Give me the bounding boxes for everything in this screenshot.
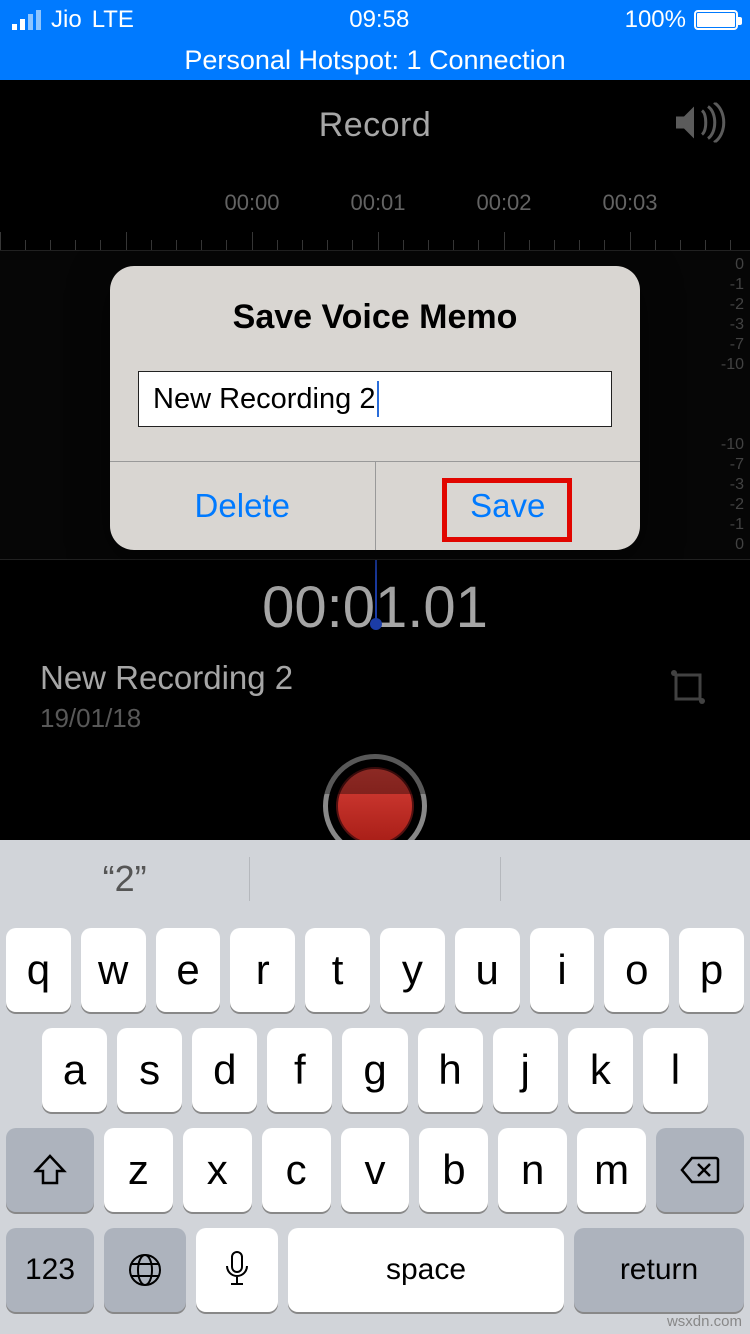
key-p[interactable]: p [679, 928, 744, 1012]
recording-date: 19/01/18 [40, 703, 293, 734]
key-r[interactable]: r [230, 928, 295, 1012]
key-g[interactable]: g [342, 1028, 407, 1112]
key-d[interactable]: d [192, 1028, 257, 1112]
ruler-tick-label: 00:00 [224, 190, 279, 216]
key-w[interactable]: w [81, 928, 146, 1012]
suggestion-empty[interactable] [501, 857, 750, 901]
dialog-title: Save Voice Memo [110, 266, 640, 361]
return-key[interactable]: return [574, 1228, 744, 1312]
suggestion-bar: “2” [0, 840, 750, 918]
key-k[interactable]: k [568, 1028, 633, 1112]
space-key[interactable]: space [288, 1228, 564, 1312]
battery-icon [694, 10, 738, 30]
carrier-label: Jio [51, 6, 82, 34]
suggestion-empty[interactable] [250, 857, 500, 901]
backspace-key[interactable] [656, 1128, 744, 1212]
key-a[interactable]: a [42, 1028, 107, 1112]
db-scale-top: 0-1-2-3-7-10 [721, 255, 744, 375]
key-s[interactable]: s [117, 1028, 182, 1112]
delete-button[interactable]: Delete [110, 462, 375, 550]
battery-pct: 100% [625, 6, 686, 34]
suggestion[interactable]: “2” [0, 857, 250, 901]
key-t[interactable]: t [305, 928, 370, 1012]
ruler-tick-label: 00:02 [476, 190, 531, 216]
ruler-tick-label: 00:01 [350, 190, 405, 216]
hotspot-banner[interactable]: Personal Hotspot: 1 Connection [0, 40, 750, 80]
key-c[interactable]: c [262, 1128, 331, 1212]
key-h[interactable]: h [418, 1028, 483, 1112]
dictation-key[interactable] [196, 1228, 278, 1312]
hotspot-label: Personal Hotspot: 1 Connection [184, 45, 565, 76]
key-row-4: 123 space return [6, 1228, 744, 1312]
key-row-1: q w e r t y u i o p [6, 928, 744, 1012]
speaker-icon[interactable] [674, 103, 726, 148]
nav-bar: Record [0, 80, 750, 170]
key-l[interactable]: l [643, 1028, 708, 1112]
key-y[interactable]: y [380, 928, 445, 1012]
clock: 09:58 [349, 6, 409, 34]
watermark: wsxdn.com [667, 1313, 742, 1330]
key-v[interactable]: v [341, 1128, 410, 1212]
keyboard: “2” q w e r t y u i o p a s d f g h j k … [0, 840, 750, 1334]
shift-key[interactable] [6, 1128, 94, 1212]
trim-icon[interactable] [666, 665, 710, 709]
key-row-2: a s d f g h j k l [6, 1028, 744, 1112]
signal-icon [12, 10, 41, 30]
key-j[interactable]: j [493, 1028, 558, 1112]
memo-name-value: New Recording 2 [153, 383, 375, 416]
key-z[interactable]: z [104, 1128, 173, 1212]
key-n[interactable]: n [498, 1128, 567, 1212]
key-u[interactable]: u [455, 928, 520, 1012]
key-row-3: z x c v b n m [6, 1128, 744, 1212]
key-i[interactable]: i [530, 928, 595, 1012]
db-scale-bottom: 0-1-2-3-7-10 [721, 435, 744, 555]
key-q[interactable]: q [6, 928, 71, 1012]
network-label: LTE [92, 6, 134, 34]
key-f[interactable]: f [267, 1028, 332, 1112]
save-memo-dialog: Save Voice Memo New Recording 2 Delete S… [110, 266, 640, 550]
key-b[interactable]: b [419, 1128, 488, 1212]
save-button[interactable]: Save [375, 462, 641, 550]
key-x[interactable]: x [183, 1128, 252, 1212]
page-title: Record [319, 106, 432, 145]
key-e[interactable]: e [156, 928, 221, 1012]
time-ruler[interactable]: 00:00 00:01 00:02 00:03 [0, 190, 750, 250]
key-o[interactable]: o [604, 928, 669, 1012]
numbers-key[interactable]: 123 [6, 1228, 94, 1312]
ruler-tick-label: 00:03 [602, 190, 657, 216]
memo-name-input[interactable]: New Recording 2 [138, 371, 612, 427]
key-m[interactable]: m [577, 1128, 646, 1212]
recording-title: New Recording 2 [40, 659, 293, 697]
status-bar: Jio LTE 09:58 100% [0, 0, 750, 40]
recording-info: New Recording 2 19/01/18 [0, 641, 750, 734]
ruler-ticks [0, 230, 750, 250]
globe-key[interactable] [104, 1228, 186, 1312]
